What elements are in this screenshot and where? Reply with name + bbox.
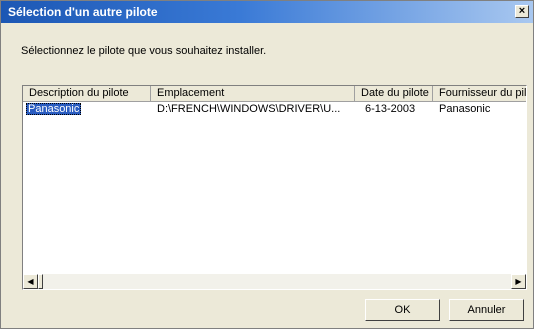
close-button[interactable]: × [515, 5, 529, 18]
column-header-vendor[interactable]: Fournisseur du pil [433, 86, 526, 102]
row-description: Panasonic [26, 103, 82, 115]
table-row[interactable]: Panasonic D:\FRENCH\WINDOWS\DRIVER\U... … [23, 102, 526, 117]
column-header-date[interactable]: Date du pilote [355, 86, 433, 102]
row-location: D:\FRENCH\WINDOWS\DRIVER\U... [157, 103, 341, 115]
driver-list[interactable]: Description du pilote Emplacement Date d… [22, 85, 527, 290]
scroll-left-icon[interactable]: ◀ [23, 274, 38, 289]
row-vendor: Panasonic [439, 103, 491, 115]
scroll-thumb[interactable] [38, 274, 43, 289]
list-header: Description du pilote Emplacement Date d… [23, 86, 526, 102]
cancel-button[interactable]: Annuler [449, 299, 524, 321]
select-driver-dialog: Sélection d'un autre pilote × Sélectionn… [0, 0, 534, 329]
column-header-location[interactable]: Emplacement [151, 86, 355, 102]
ok-button[interactable]: OK [365, 299, 440, 321]
column-header-description[interactable]: Description du pilote [23, 86, 151, 102]
scroll-right-icon[interactable]: ▶ [511, 274, 526, 289]
instruction-text: Sélectionnez le pilote que vous souhaite… [21, 45, 267, 57]
row-date: 6-13-2003 [365, 103, 416, 115]
dialog-title: Sélection d'un autre pilote [8, 5, 158, 19]
horizontal-scrollbar[interactable]: ◀ ▶ [23, 274, 526, 289]
title-bar[interactable]: Sélection d'un autre pilote × [1, 1, 533, 23]
